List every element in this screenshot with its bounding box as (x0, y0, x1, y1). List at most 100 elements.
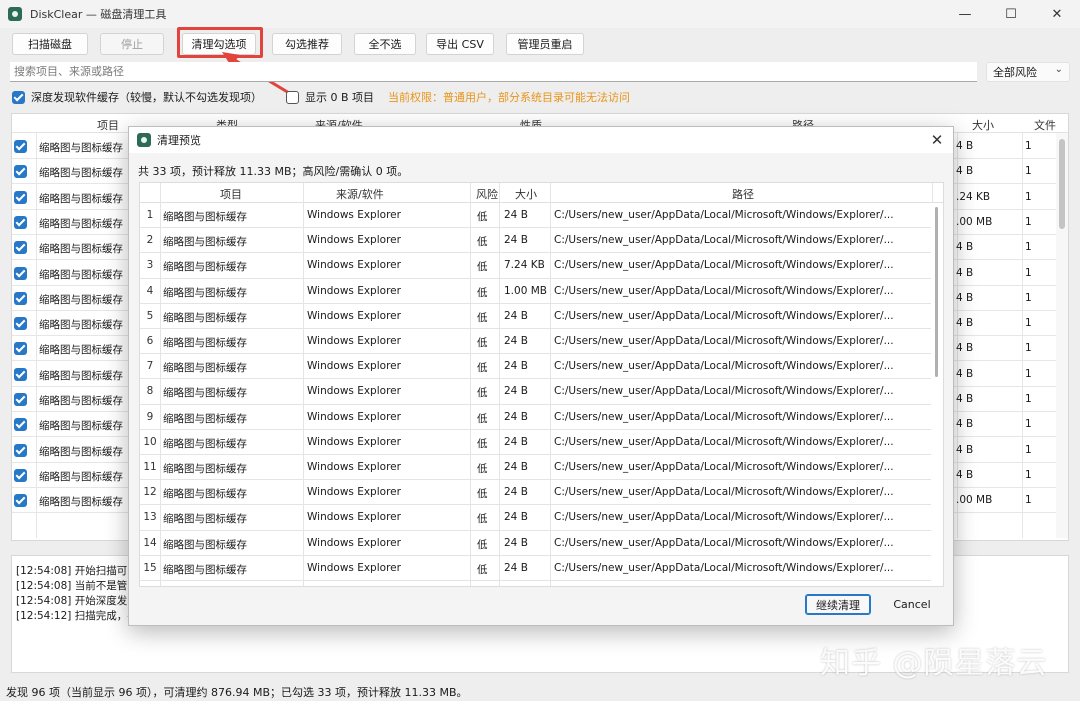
table-row[interactable]: 1 缩略图与图标缓存 Windows Explorer 低 24 B C:/Users/n… (140, 203, 933, 229)
table-row[interactable]: 6 缩略图与图标缓存 Windows Explorer 低 24 B C:/Users/n… (140, 329, 933, 355)
row-risk: 低 (477, 236, 488, 249)
row-risk: 低 (477, 261, 488, 274)
col-path[interactable]: 路径 (732, 186, 754, 202)
row-size: 4 B (956, 393, 974, 405)
col-files[interactable]: 文件 (1034, 117, 1056, 133)
grid-scrollbar[interactable] (1056, 133, 1068, 538)
row-item: 缩略图与图标缓存 (163, 261, 247, 274)
row-source: Windows Explorer (307, 410, 401, 423)
row-checkbox[interactable] (14, 215, 27, 229)
table-row[interactable]: 10 缩略图与图标缓存 Windows Explorer 低 24 B C:/Users/… (140, 430, 933, 455)
cancel-button[interactable]: Cancel (879, 594, 945, 615)
col-source[interactable]: 来源/软件 (336, 186, 384, 202)
row-index: 7 (146, 360, 154, 373)
row-size: 4 B (956, 241, 974, 254)
row-index: 10 (143, 435, 157, 448)
table-row[interactable]: 8 缩略图与图标缓存 Windows Explorer 低 24 B C:/Users/n… (140, 379, 933, 405)
stop-button[interactable]: 停止 (100, 33, 164, 55)
row-risk: 低 (477, 362, 488, 375)
admin-restart-button[interactable]: 管理员重启 (506, 33, 584, 55)
scrollbar-thumb[interactable] (935, 207, 938, 377)
table-row[interactable]: 3 缩略图与图标缓存 Windows Explorer 低 7.24 KB C:/User… (140, 253, 933, 279)
table-row[interactable]: 14 缩略图与图标缓存 Windows Explorer 低 24 B C:/Users/… (140, 531, 933, 556)
show-zero-checkbox[interactable] (286, 90, 299, 104)
row-checkbox[interactable] (14, 291, 27, 305)
row-risk: 低 (477, 513, 488, 526)
risk-filter-select[interactable]: 全部风险 ⌄ (986, 62, 1070, 82)
row-risk: 低 (477, 337, 488, 349)
preview-scrollbar[interactable] (931, 203, 943, 586)
row-item: 缩略图与图标缓存 (39, 167, 123, 180)
col-item[interactable]: 项目 (220, 186, 242, 202)
row-checkbox[interactable] (14, 165, 27, 179)
row-index: 11 (143, 461, 157, 474)
row-checkbox[interactable] (14, 140, 27, 153)
row-item: 缩略图与图标缓存 (163, 538, 247, 551)
row-checkbox[interactable] (14, 190, 27, 204)
row-size: 24 B (504, 511, 528, 524)
row-checkbox[interactable] (14, 443, 27, 457)
row-checkbox[interactable] (14, 367, 27, 381)
clean-preview-dialog: 清理预览 ✕ 共 33 项，预计释放 11.33 MB；高风险/需确认 0 项。… (128, 126, 954, 626)
row-index: 8 (146, 385, 154, 398)
row-size: 7.24 KB (504, 259, 545, 272)
col-size[interactable]: 大小 (972, 117, 994, 133)
table-row[interactable]: 11 缩略图与图标缓存 Windows Explorer 低 24 B C:/Users/… (140, 455, 933, 481)
row-size: .00 MB (956, 494, 993, 507)
table-row[interactable]: 4 缩略图与图标缓存 Windows Explorer 低 1.00 MB C:/User… (140, 279, 933, 304)
table-row[interactable]: 15 缩略图与图标缓存 Windows Explorer 低 24 B C:/Users/… (140, 556, 933, 581)
row-size: 24 B (504, 410, 528, 423)
row-item: 缩略图与图标缓存 (39, 470, 123, 483)
row-checkbox[interactable] (14, 241, 27, 255)
col-risk[interactable]: 风险 (476, 186, 498, 202)
col-item[interactable]: 项目 (97, 117, 119, 133)
row-path: C:/Users/new_user/AppData/Local/Microsof… (554, 259, 894, 272)
row-size: 4 B (956, 291, 974, 304)
options-row: 深度发现软件缓存（较慢，默认不勾选发现项） 显示 0 B 项目 当前权限：普通用… (12, 89, 1072, 105)
row-size: 24 B (504, 536, 528, 549)
search-input[interactable] (10, 62, 977, 82)
row-checkbox[interactable] (14, 317, 27, 331)
row-source: Windows Explorer (307, 561, 401, 574)
row-files: 1 (1025, 266, 1032, 279)
row-checkbox[interactable] (14, 494, 27, 508)
row-checkbox[interactable] (14, 418, 27, 432)
table-row[interactable]: 5 缩略图与图标缓存 Windows Explorer 低 24 B C:/Users/n… (140, 304, 933, 329)
row-size: 24 B (504, 461, 528, 473)
watermark: 知乎 @陨星落云 (820, 646, 1048, 681)
row-checkbox[interactable] (14, 342, 27, 356)
deselect-all-button[interactable]: 全不选 (354, 33, 416, 55)
search-row: 全部风险 ⌄ (10, 62, 1070, 82)
table-row[interactable]: 2 缩略图与图标缓存 Windows Explorer 低 24 B C:/Users/n… (140, 228, 933, 254)
show-zero-label: 显示 0 B 项目 (305, 91, 375, 104)
row-checkbox[interactable] (14, 266, 27, 280)
row-files: 1 (1025, 367, 1032, 380)
scan-button[interactable]: 扫描磁盘 (12, 33, 88, 55)
continue-clean-button[interactable]: 继续清理 (805, 594, 871, 615)
table-row[interactable]: 12 缩略图与图标缓存 Windows Explorer 低 24 B C:/Users/… (140, 480, 933, 506)
col-size[interactable]: 大小 (515, 186, 537, 202)
row-index: 14 (143, 536, 157, 549)
maximize-icon[interactable]: ☐ (988, 0, 1034, 28)
scrollbar-thumb[interactable] (1059, 139, 1065, 229)
row-path: C:/Users/new_user/AppData/Local/Microsof… (554, 385, 894, 398)
row-index: 5 (146, 309, 154, 322)
row-index: 9 (146, 410, 154, 423)
deep-scan-checkbox[interactable] (12, 90, 25, 104)
row-checkbox[interactable] (14, 393, 27, 406)
export-csv-button[interactable]: 导出 CSV (426, 33, 494, 55)
row-source: Windows Explorer (307, 284, 401, 297)
table-row[interactable]: 7 缩略图与图标缓存 Windows Explorer 低 24 B C:/Users/n… (140, 354, 933, 380)
table-row[interactable]: 13 缩略图与图标缓存 Windows Explorer 低 24 B C:/Users/… (140, 505, 933, 531)
row-source: Windows Explorer (307, 335, 401, 347)
minimize-icon[interactable]: — (942, 0, 988, 28)
row-index: 12 (143, 486, 157, 499)
row-size: 24 B (504, 385, 528, 398)
table-row[interactable]: 9 缩略图与图标缓存 Windows Explorer 低 24 B C:/Users/n… (140, 405, 933, 430)
close-icon[interactable]: ✕ (1034, 0, 1080, 28)
preview-table: 项目 来源/软件 风险 大小 路径 1 缩略图与图标缓存 Windows Explo… (139, 182, 944, 587)
close-icon[interactable]: ✕ (927, 130, 947, 150)
row-checkbox[interactable] (14, 468, 27, 482)
row-size: 4 B (956, 317, 974, 330)
row-item: 缩略图与图标缓存 (163, 311, 247, 324)
